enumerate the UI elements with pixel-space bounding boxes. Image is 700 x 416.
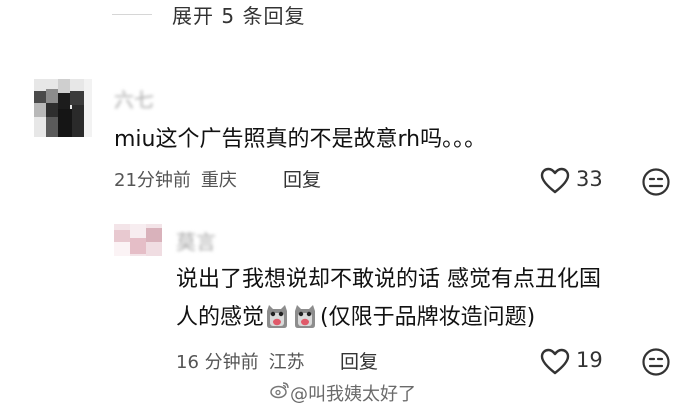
emoji-face-icon[interactable] [641, 167, 671, 197]
emoji-face-icon[interactable] [641, 347, 671, 377]
crying-cat-sticker-icon [292, 303, 318, 329]
comment-username[interactable]: 六七 [114, 84, 154, 113]
comment-username[interactable]: 莫言 [176, 226, 216, 255]
heart-icon[interactable] [540, 167, 570, 195]
crying-cat-sticker-icon [264, 303, 290, 329]
comment-text-line1: 说出了我想说却不敢说的话 感觉有点丑化国 [176, 267, 601, 292]
comment-text-prefix: 人的感觉 [176, 305, 265, 330]
like-count: 33 [576, 167, 603, 191]
weibo-logo-icon [270, 381, 290, 403]
reply-button[interactable]: 回复 [283, 165, 321, 192]
expand-divider [112, 14, 152, 15]
watermark-text: @叫我姨太好了 [290, 384, 416, 405]
comment-text-line2: 人的感觉 (仅限于品牌妆造问题) [176, 300, 535, 336]
comment-time: 21分钟前 [114, 170, 191, 191]
avatar[interactable] [114, 224, 162, 266]
comment-text: miu这个广告照真的不是故意rh吗。。。 [114, 127, 487, 152]
comment-text-suffix: (仅限于品牌妆造问题) [320, 305, 536, 330]
heart-icon[interactable] [540, 348, 570, 376]
expand-replies-button[interactable]: 展开 5 条回复 [172, 0, 305, 29]
comment-meta: 21分钟前 重庆 [114, 166, 237, 192]
reply-button[interactable]: 回复 [340, 347, 378, 374]
avatar[interactable] [34, 79, 92, 137]
comment-time: 16 分钟前 [176, 352, 259, 373]
comment-meta: 16 分钟前 江苏 [176, 348, 305, 374]
like-count: 19 [576, 348, 603, 372]
comment-location: 江苏 [268, 352, 305, 373]
comment-location: 重庆 [200, 170, 237, 191]
